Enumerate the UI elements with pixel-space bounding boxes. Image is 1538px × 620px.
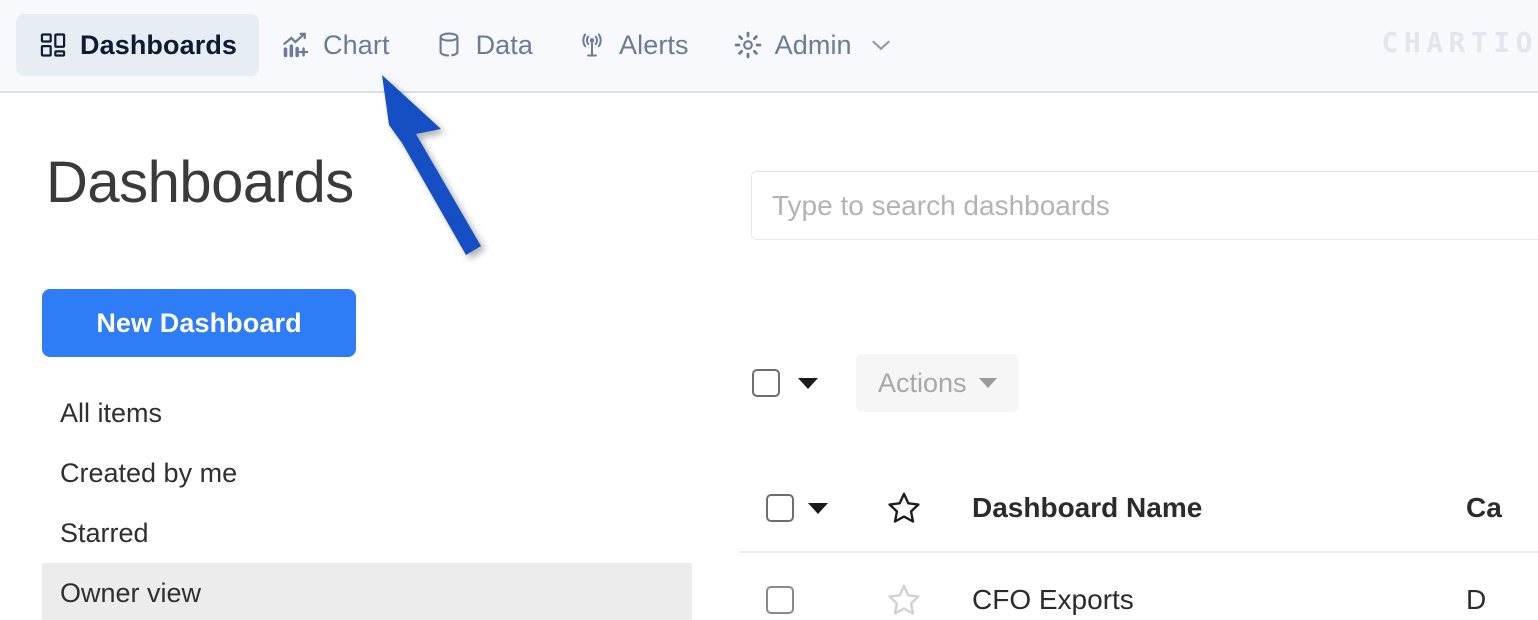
nav-item-label: Data — [475, 29, 534, 60]
dashboard-category: D — [1466, 584, 1487, 615]
nav-item-chart[interactable]: Chart — [259, 14, 412, 76]
nav-item-admin[interactable]: Admin — [711, 14, 874, 76]
row-select-checkbox[interactable] — [766, 586, 794, 614]
row-checkbox-cell — [740, 586, 808, 614]
nav-item-data[interactable]: Data — [412, 14, 555, 76]
header-category-cell[interactable]: Ca — [1466, 492, 1538, 524]
left-sidebar: Dashboards New Dashboard All items Creat… — [0, 95, 740, 620]
sidebar-filter-list: All items Created by me Starred Owner vi… — [0, 383, 740, 620]
gear-icon — [733, 30, 763, 60]
row-star-cell[interactable] — [854, 582, 954, 618]
sidebar-item-all-items[interactable]: All items — [0, 383, 740, 443]
star-icon — [888, 492, 920, 523]
nav-item-label: Admin — [774, 29, 852, 60]
app-root: Dashboards Chart Data Alerts Admin CHART… — [0, 0, 1538, 620]
star-icon — [888, 584, 920, 615]
chartio-logo: CHARTIO — [1381, 26, 1538, 59]
top-navigation-bar: Dashboards Chart Data Alerts Admin CHART… — [0, 0, 1538, 93]
sidebar-item-label: Created by me — [60, 457, 238, 488]
chevron-down-icon — [978, 378, 997, 388]
search-input[interactable] — [772, 189, 1538, 222]
header-caret-cell — [808, 502, 854, 514]
page-title: Dashboards — [46, 150, 354, 215]
table-row[interactable]: CFO Exports D — [740, 553, 1538, 620]
new-dashboard-button[interactable]: New Dashboard — [42, 289, 356, 357]
nav-item-alerts[interactable]: Alerts — [555, 14, 711, 76]
sidebar-item-created-by-me[interactable]: Created by me — [0, 443, 740, 503]
header-checkbox-cell — [740, 494, 808, 522]
header-name-cell[interactable]: Dashboard Name — [954, 492, 1466, 524]
row-name-cell[interactable]: CFO Exports — [954, 584, 1466, 616]
table-header-row: Dashboard Name Ca — [740, 465, 1538, 553]
chevron-down-icon[interactable] — [864, 14, 898, 76]
dashboards-table: Dashboard Name Ca CFO Exports D — [740, 465, 1538, 620]
row-category-cell: D — [1466, 584, 1538, 616]
header-star-cell[interactable] — [854, 490, 954, 526]
nav-item-label: Alerts — [619, 29, 689, 60]
select-all-dropdown-caret[interactable] — [798, 377, 818, 389]
nav-item-label: Dashboards — [80, 29, 238, 60]
column-header-dashboard-name: Dashboard Name — [972, 492, 1203, 523]
sidebar-item-label: Starred — [60, 517, 149, 548]
chart-icon — [281, 30, 311, 60]
antenna-icon — [577, 30, 607, 60]
database-icon — [434, 30, 464, 60]
sidebar-item-label: All items — [60, 397, 163, 428]
header-select-all-checkbox[interactable] — [766, 494, 794, 522]
actions-button[interactable]: Actions — [856, 354, 1019, 412]
bulk-actions-toolbar: Actions — [740, 354, 1019, 412]
nav-item-dashboards[interactable]: Dashboards — [16, 14, 260, 76]
header-select-dropdown-caret[interactable] — [808, 502, 828, 514]
select-all-checkbox[interactable] — [752, 369, 780, 397]
actions-button-label: Actions — [878, 367, 967, 398]
sidebar-item-label: Owner view — [60, 577, 202, 608]
search-dashboards-box[interactable] — [751, 171, 1538, 240]
grid-icon — [38, 30, 68, 60]
nav-item-list: Dashboards Chart Data Alerts Admin — [16, 14, 898, 76]
column-header-category: Ca — [1466, 492, 1502, 523]
sidebar-item-owner-view[interactable]: Owner view — [42, 563, 692, 620]
main-content: Actions Dashboard Name — [740, 95, 1538, 620]
nav-item-label: Chart — [323, 29, 390, 60]
dashboard-name: CFO Exports — [972, 584, 1134, 615]
sidebar-item-starred[interactable]: Starred — [0, 503, 740, 563]
